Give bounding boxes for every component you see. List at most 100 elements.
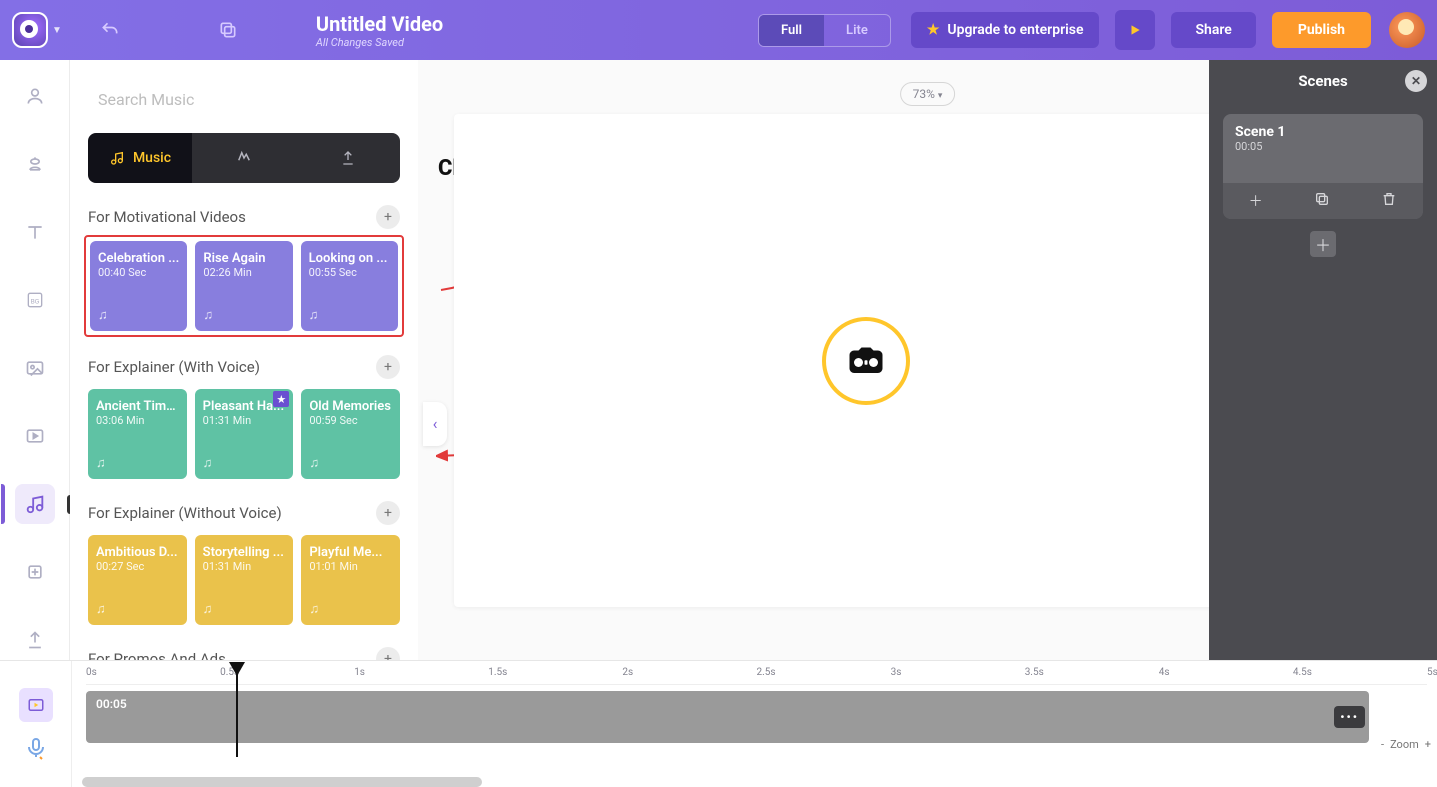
note-icon: ♫	[203, 601, 213, 617]
music-tab-strip: Music	[88, 133, 400, 183]
mode-lite-button[interactable]: Lite	[824, 15, 890, 46]
ruler-tick: 4s	[1159, 667, 1170, 678]
timeline-ruler: 0s0.5s1s1.5s2s2.5s3s3.5s4s4.5s5s	[86, 667, 1427, 685]
close-scenes-button[interactable]: ✕	[1405, 70, 1427, 92]
clip-duration-label: 00:05	[96, 697, 127, 711]
upgrade-button[interactable]: ★ Upgrade to enterprise	[911, 12, 1100, 48]
scene-card-actions: ＋	[1223, 183, 1423, 219]
rail-music[interactable]: Music	[15, 484, 55, 524]
music-category: For Explainer (With Voice)+Ancient Times…	[88, 355, 400, 479]
scene-add-button[interactable]: ＋	[1249, 191, 1263, 211]
music-track-card[interactable]: Rise Again02:26 Min ♫	[195, 241, 292, 331]
note-icon: ♫	[309, 601, 319, 617]
track-duration: 01:31 Min	[203, 414, 286, 427]
timeline-main[interactable]: 0s0.5s1s1.5s2s2.5s3s3.5s4s4.5s5s 00:05 •…	[72, 661, 1437, 787]
undo-button[interactable]	[90, 10, 130, 50]
music-track-card[interactable]: Pleasant Ha...01:31 Min♫★	[195, 389, 294, 479]
track-duration: 02:26 Min	[203, 266, 284, 279]
music-category: For Explainer (Without Voice)+Ambitious …	[88, 501, 400, 625]
track-duration: 00:27 Sec	[96, 560, 179, 573]
track-duration: 00:40 Sec	[98, 266, 179, 279]
note-icon: ♫	[96, 455, 106, 471]
category-add-button[interactable]: +	[376, 501, 400, 525]
music-track-card[interactable]: Ambitious D...00:27 Sec ♫	[88, 535, 187, 625]
note-icon: ♫	[98, 307, 108, 323]
video-title: Untitled Video	[316, 12, 443, 36]
music-track-card[interactable]: Storytelling ...01:31 Min ♫	[195, 535, 294, 625]
timeline-clip[interactable]: 00:05 •••	[86, 691, 1369, 743]
mode-segment: Full Lite	[758, 14, 891, 47]
music-track-card[interactable]: Looking on ...00:55 Sec ♫	[301, 241, 398, 331]
scenes-panel: Scenes ✕ Scene 1 00:05 ＋ ＋	[1209, 60, 1437, 660]
rail-video[interactable]	[15, 416, 55, 456]
tab-sound-effects[interactable]	[192, 133, 296, 183]
rail-upload[interactable]	[15, 620, 55, 660]
add-scene-button[interactable]: ＋	[1310, 231, 1336, 257]
timeline-video-track-icon[interactable]	[19, 688, 53, 722]
search-music-input[interactable]	[88, 76, 400, 123]
category-title: For Explainer (With Voice)	[88, 358, 260, 376]
music-track-card[interactable]: Ancient Times03:06 Min♫	[88, 389, 187, 479]
track-title: Playful Me...	[309, 545, 392, 560]
note-icon: ♫	[309, 307, 319, 323]
category-add-button[interactable]: +	[376, 355, 400, 379]
title-block[interactable]: Untitled Video All Changes Saved	[316, 12, 443, 49]
publish-button[interactable]: Publish	[1272, 12, 1371, 48]
ruler-tick: 1.5s	[488, 667, 507, 678]
user-avatar[interactable]	[1389, 12, 1425, 48]
track-duration: 03:06 Min	[96, 414, 179, 427]
rail-background[interactable]: BG	[15, 280, 55, 320]
track-title: Rise Again	[203, 251, 284, 266]
svg-text:BG: BG	[30, 297, 39, 305]
rail-text[interactable]	[15, 212, 55, 252]
collapse-panel-button[interactable]: ‹	[423, 402, 447, 446]
rail-effects[interactable]	[15, 552, 55, 592]
note-icon: ♫	[96, 601, 106, 617]
zoom-plus-button[interactable]: +	[1425, 738, 1431, 751]
music-track-card[interactable]: Playful Me...01:01 Min♫	[301, 535, 400, 625]
music-track-card[interactable]: Old Memories00:59 Sec♫	[301, 389, 400, 479]
track-title: Storytelling ...	[203, 545, 286, 560]
ruler-tick: 1s	[354, 667, 365, 678]
track-title: Celebration ...	[98, 251, 179, 266]
app-header: ▼ Untitled Video All Changes Saved Full …	[0, 0, 1437, 60]
timeline-zoom-control: - Zoom +	[1381, 738, 1431, 751]
timeline-audio-track-icon[interactable]	[24, 736, 48, 760]
scene-duplicate-button[interactable]	[1314, 191, 1330, 211]
clip-handle[interactable]: •••	[1334, 706, 1365, 728]
star-icon: ★	[927, 22, 940, 38]
copy-button[interactable]	[208, 10, 248, 50]
logo-dropdown[interactable]: ▼	[12, 12, 62, 48]
rail-image[interactable]	[15, 348, 55, 388]
track-title: Ambitious D...	[96, 545, 179, 560]
timeline-playhead[interactable]	[236, 665, 238, 757]
rail-character[interactable]	[15, 76, 55, 116]
note-icon: ♫	[203, 307, 213, 323]
scene-delete-button[interactable]	[1381, 191, 1397, 211]
category-title: For Motivational Videos	[88, 208, 246, 226]
music-category: For Motivational Videos+Celebration ...0…	[88, 205, 400, 337]
tab-music-label: Music	[133, 150, 171, 166]
tab-music[interactable]: Music	[88, 133, 192, 183]
share-button[interactable]: Share	[1171, 12, 1255, 48]
canvas-stage[interactable]	[454, 114, 1277, 607]
zoom-minus-button[interactable]: -	[1381, 738, 1384, 751]
timeline-scrollbar[interactable]	[82, 777, 482, 787]
preview-button[interactable]	[1115, 10, 1155, 50]
zoom-dropdown[interactable]: 73% ▾	[900, 82, 956, 106]
ruler-tick: 3.5s	[1025, 667, 1044, 678]
rail-props[interactable]	[15, 144, 55, 184]
ruler-tick: 3s	[891, 667, 902, 678]
mode-full-button[interactable]: Full	[759, 15, 824, 46]
track-title: Old Memories	[309, 399, 392, 414]
music-track-card[interactable]: Celebration ...00:40 Sec ♫	[90, 241, 187, 331]
track-row: Ambitious D...00:27 Sec♫Storytelling ...…	[88, 535, 400, 625]
track-duration: 01:31 Min	[203, 560, 286, 573]
scenes-panel-header: Scenes ✕	[1209, 60, 1437, 102]
track-title: Looking on ...	[309, 251, 390, 266]
ruler-tick: 2s	[622, 667, 633, 678]
category-add-button[interactable]: +	[376, 205, 400, 229]
track-duration: 00:55 Sec	[309, 266, 390, 279]
tab-upload-music[interactable]	[296, 133, 400, 183]
scene-card[interactable]: Scene 1 00:05 ＋	[1223, 114, 1423, 219]
